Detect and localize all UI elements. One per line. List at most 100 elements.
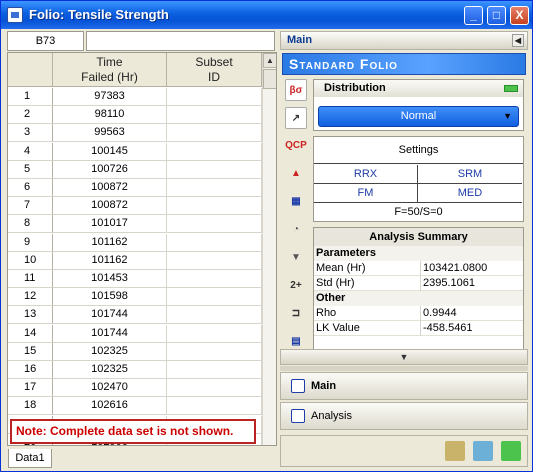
- user-settings-icon[interactable]: [445, 441, 465, 461]
- time-failed-cell[interactable]: 101744: [53, 324, 167, 343]
- subset-id-cell[interactable]: [167, 124, 262, 143]
- diamond-tool-icon[interactable]: [473, 441, 493, 461]
- distribution-select[interactable]: Normal ▼: [318, 106, 519, 127]
- time-failed-cell[interactable]: 101598: [53, 288, 167, 307]
- transfer-icon[interactable]: ⊐: [285, 303, 307, 325]
- subset-id-cell[interactable]: [167, 324, 262, 343]
- qcp-icon[interactable]: QCP: [285, 135, 307, 157]
- row-number[interactable]: 7: [8, 197, 53, 216]
- gauge-icon[interactable]: ◔: [285, 219, 307, 241]
- subset-id-cell[interactable]: [167, 270, 262, 288]
- table-row[interactable]: 16 102325: [8, 361, 262, 379]
- row-number[interactable]: 1: [8, 88, 53, 106]
- table-row[interactable]: 17 102470: [8, 379, 262, 398]
- subset-id-cell[interactable]: [167, 179, 262, 197]
- cell-reference[interactable]: B73: [7, 31, 84, 51]
- batch-icon[interactable]: ▦: [285, 191, 307, 213]
- time-failed-cell[interactable]: 98110: [53, 106, 167, 125]
- subset-id-cell[interactable]: [167, 160, 262, 179]
- table-row[interactable]: 13 101744: [8, 306, 262, 325]
- table-row[interactable]: 18 102616: [8, 397, 262, 416]
- time-failed-cell[interactable]: 100726: [53, 160, 167, 179]
- table-row[interactable]: 9 101162: [8, 233, 262, 252]
- splitter-grip[interactable]: [280, 366, 528, 371]
- scroll-thumb[interactable]: [263, 69, 276, 89]
- row-number[interactable]: 15: [8, 342, 53, 361]
- subset-id-cell[interactable]: [167, 215, 262, 234]
- expand-panel-button[interactable]: ▼: [280, 349, 528, 365]
- table-row[interactable]: 7 100872: [8, 197, 262, 216]
- data-grid[interactable]: Time Failed (Hr) Subset ID 1 97383 2 98110 3…: [7, 52, 277, 446]
- plot-icon[interactable]: ↗: [285, 107, 307, 129]
- table-row[interactable]: 8 101017: [8, 215, 262, 234]
- table-row[interactable]: 12 101598: [8, 288, 262, 307]
- row-number[interactable]: 10: [8, 251, 53, 270]
- row-number[interactable]: 4: [8, 142, 53, 161]
- table-row[interactable]: 6 100872: [8, 179, 262, 197]
- time-failed-cell[interactable]: 102470: [53, 379, 167, 398]
- minimize-button[interactable]: _: [464, 6, 483, 25]
- rank-med[interactable]: MED: [418, 184, 522, 203]
- column-header-subset[interactable]: Subset ID: [167, 53, 262, 87]
- time-failed-cell[interactable]: 102325: [53, 361, 167, 379]
- time-failed-cell[interactable]: 102325: [53, 342, 167, 361]
- subset-id-cell[interactable]: [167, 142, 262, 161]
- row-number[interactable]: 9: [8, 233, 53, 252]
- subset-id-cell[interactable]: [167, 397, 262, 416]
- column-header-time[interactable]: Time Failed (Hr): [53, 53, 167, 87]
- row-number[interactable]: 3: [8, 124, 53, 143]
- subset-id-cell[interactable]: [167, 233, 262, 252]
- time-failed-cell[interactable]: 101162: [53, 251, 167, 270]
- table-row[interactable]: 10 101162: [8, 251, 262, 270]
- row-number[interactable]: 16: [8, 361, 53, 379]
- row-number[interactable]: 6: [8, 179, 53, 197]
- table-row[interactable]: 2 98110: [8, 106, 262, 125]
- time-failed-cell[interactable]: 101017: [53, 215, 167, 234]
- row-number[interactable]: 14: [8, 324, 53, 343]
- sheet-tab-data1[interactable]: Data1: [8, 449, 52, 468]
- row-number[interactable]: 13: [8, 306, 53, 325]
- table-row[interactable]: 4 100145: [8, 142, 262, 161]
- row-number[interactable]: 18: [8, 397, 53, 416]
- time-failed-cell[interactable]: 100872: [53, 179, 167, 197]
- collapse-panel-icon[interactable]: ◀: [512, 34, 524, 47]
- close-button[interactable]: X: [510, 6, 529, 25]
- table-row[interactable]: 1 97383: [8, 88, 262, 106]
- data-type-fm[interactable]: FM: [314, 184, 418, 203]
- row-number[interactable]: 17: [8, 379, 53, 398]
- row-number[interactable]: 5: [8, 160, 53, 179]
- nav-analysis[interactable]: Analysis: [280, 402, 528, 430]
- row-number[interactable]: 8: [8, 215, 53, 234]
- subset-id-cell[interactable]: [167, 379, 262, 398]
- table-row[interactable]: 5 100726: [8, 160, 262, 179]
- subset-id-cell[interactable]: [167, 251, 262, 270]
- subset-id-cell[interactable]: [167, 306, 262, 325]
- table-row[interactable]: 14 101744: [8, 324, 262, 343]
- nav-main[interactable]: Main: [280, 372, 528, 400]
- table-row[interactable]: 15 102325: [8, 342, 262, 361]
- time-failed-cell[interactable]: 100872: [53, 197, 167, 216]
- table-row[interactable]: 3 99563: [8, 124, 262, 143]
- subset-id-cell[interactable]: [167, 361, 262, 379]
- time-failed-cell[interactable]: 99563: [53, 124, 167, 143]
- parameters-icon[interactable]: βσ: [285, 79, 307, 101]
- row-number[interactable]: 2: [8, 106, 53, 125]
- subset-id-cell[interactable]: [167, 197, 262, 216]
- rank-method-rrx[interactable]: RRX: [314, 165, 418, 184]
- time-failed-cell[interactable]: 101162: [53, 233, 167, 252]
- scroll-up-button[interactable]: ▲: [263, 53, 276, 68]
- time-failed-cell[interactable]: 97383: [53, 88, 167, 106]
- vertical-scrollbar[interactable]: ▲: [262, 53, 276, 445]
- time-failed-cell[interactable]: 102616: [53, 397, 167, 416]
- maximize-button[interactable]: □: [487, 6, 506, 25]
- table-row[interactable]: 11 101453: [8, 270, 262, 288]
- time-failed-cell[interactable]: 101744: [53, 306, 167, 325]
- row-number[interactable]: 11: [8, 270, 53, 288]
- subset-id-cell[interactable]: [167, 88, 262, 106]
- confidence-srm[interactable]: SRM: [418, 165, 522, 184]
- row-number[interactable]: 12: [8, 288, 53, 307]
- ranking-icon[interactable]: ▲: [285, 163, 307, 185]
- cell-value-input[interactable]: [86, 31, 275, 51]
- filter-icon[interactable]: ▼: [285, 247, 307, 269]
- subset-id-cell[interactable]: [167, 106, 262, 125]
